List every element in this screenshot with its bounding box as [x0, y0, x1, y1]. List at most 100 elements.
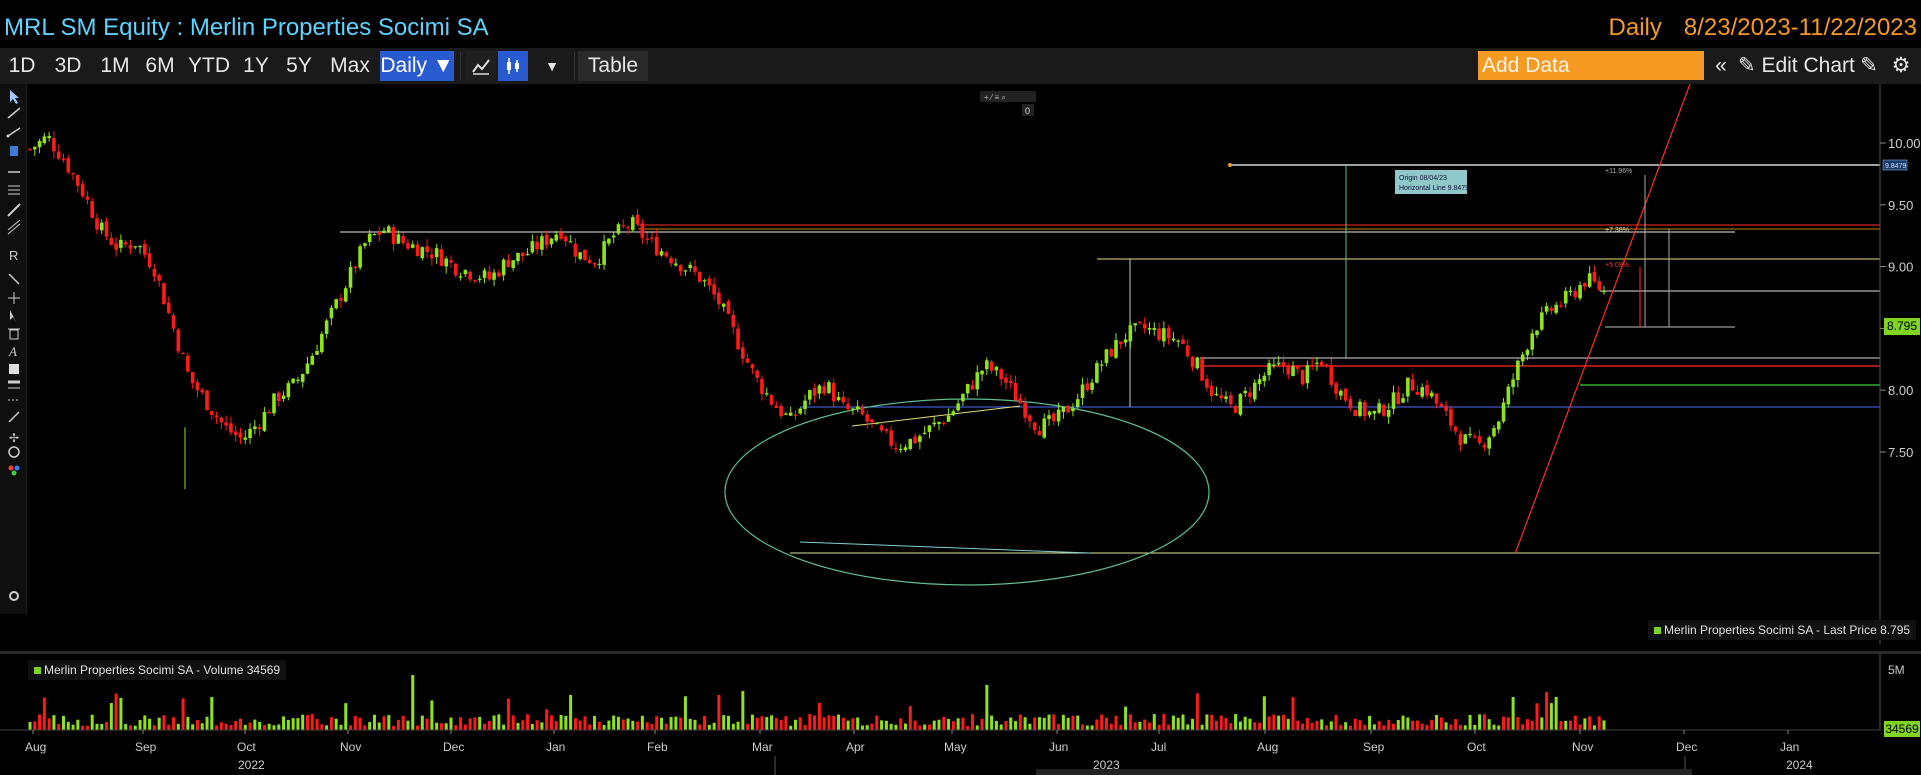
volume-bar: [1234, 714, 1238, 730]
volume-bar: [459, 717, 463, 730]
candle-body: [1386, 410, 1391, 417]
candle-body: [607, 238, 611, 244]
candle-body: [836, 397, 841, 401]
volume-bar: [124, 724, 128, 730]
period-5y-button[interactable]: 5Y: [281, 51, 317, 81]
candle-body: [276, 392, 281, 402]
candle-body: [664, 252, 669, 257]
volume-bar: [1071, 715, 1075, 730]
volume-legend[interactable]: Merlin Properties Socimi SA - Volume 345…: [28, 660, 287, 680]
candle-body: [1200, 359, 1204, 381]
candle-body: [1439, 403, 1444, 407]
period-max-button[interactable]: Max: [326, 51, 374, 81]
candle-body: [300, 373, 305, 383]
annotate-icon[interactable]: ✎: [1858, 51, 1880, 80]
gear-icon[interactable]: ⚙: [1888, 51, 1914, 80]
candle-body: [951, 411, 956, 416]
candle-body: [841, 397, 846, 403]
period-1m-button[interactable]: 1M: [95, 51, 135, 81]
volume-bar: [1014, 721, 1018, 730]
candle-body: [238, 432, 243, 438]
volume-bar: [291, 718, 295, 730]
volume-bar: [530, 723, 534, 730]
candle-body: [1425, 384, 1429, 396]
volume-bar: [1368, 715, 1372, 730]
period-6m-button[interactable]: 6M: [140, 51, 180, 81]
volume-bar: [272, 725, 276, 730]
candle-body: [1095, 363, 1099, 383]
svg-text:+ ⁄ ≡ ⌕: + ⁄ ≡ ⌕: [984, 93, 1006, 102]
candle-body: [793, 414, 798, 416]
volume-bar: [439, 723, 443, 730]
candle-body: [1324, 364, 1329, 366]
period-3d-button[interactable]: 3D: [48, 51, 88, 81]
candle-body: [99, 222, 104, 231]
period-1y-button[interactable]: 1Y: [238, 51, 274, 81]
volume-bar: [1224, 718, 1228, 730]
y-tick-label: 8.00: [1888, 383, 1913, 398]
candle-body: [497, 272, 501, 277]
volume-bar: [42, 697, 46, 730]
candle-body: [755, 370, 759, 378]
candle-body: [47, 135, 51, 139]
candle-body: [1429, 392, 1434, 397]
candle-body: [688, 264, 693, 269]
candle-body: [870, 419, 874, 423]
volume-bar: [559, 714, 563, 730]
table-view-button[interactable]: Table: [578, 51, 648, 81]
candle-body: [56, 151, 61, 159]
line-chart-icon[interactable]: [466, 51, 496, 81]
candle-body: [597, 263, 602, 266]
volume-bar: [253, 719, 257, 730]
add-data-input[interactable]: Add Data: [1478, 51, 1704, 80]
candle-body: [253, 426, 257, 430]
frequency-dropdown[interactable]: Daily ▼: [380, 51, 454, 81]
candle-body: [219, 417, 224, 423]
candle-body: [1052, 413, 1056, 422]
volume-bar: [865, 725, 869, 730]
line-anchor-point: [1228, 163, 1232, 167]
time-scrollbar[interactable]: [1036, 769, 1692, 775]
candle-body: [903, 447, 908, 451]
candle-body: [894, 447, 898, 450]
collapse-chevrons-icon[interactable]: «: [1710, 51, 1732, 80]
volume-bar: [660, 717, 664, 730]
annotation-hline-text: Horizontal Line 9.8479: [1399, 185, 1469, 192]
date-range-display[interactable]: Daily 8/23/2023-11/22/2023: [1609, 14, 1917, 42]
drawing-mini-toolbar[interactable]: + ⁄ ≡ ⌕ 0: [980, 91, 1036, 116]
legend-color-swatch: [34, 667, 41, 674]
candle-body: [865, 414, 870, 422]
period-1d-button[interactable]: 1D: [4, 51, 40, 81]
volume-bar: [908, 706, 912, 730]
edit-chart-button[interactable]: ✎ Edit Chart: [1738, 51, 1855, 80]
price-legend[interactable]: Merlin Properties Socimi SA - Last Price…: [1648, 620, 1917, 640]
volume-bar: [1497, 725, 1501, 730]
volume-bar: [784, 716, 788, 730]
x-year-label: 2022: [238, 758, 265, 772]
panel-divider[interactable]: [0, 651, 1921, 654]
price-chart[interactable]: 5M 10.009.509.008.508.007.50 AugSepOctNo…: [0, 84, 1921, 775]
x-month-label: Mar: [752, 740, 773, 754]
volume-bar: [157, 717, 161, 730]
pct-label-2: +7.38%: [1605, 227, 1629, 234]
candle-body: [516, 252, 520, 262]
volume-bar: [478, 716, 482, 730]
volume-bar: [243, 724, 247, 730]
volume-bar: [1363, 724, 1367, 730]
candle-body: [1444, 405, 1448, 411]
volume-bar: [808, 714, 812, 730]
last-price-badge: 8.795: [1884, 318, 1920, 335]
volume-bar: [1171, 715, 1175, 730]
period-ytd-button[interactable]: YTD: [187, 51, 231, 81]
candle-body: [1171, 338, 1176, 341]
volume-bar: [1291, 697, 1295, 730]
volume-bar: [1133, 722, 1137, 730]
candle-body: [1367, 411, 1372, 416]
candle-body: [233, 431, 238, 436]
candle-body: [200, 389, 205, 393]
candle-body: [449, 260, 453, 263]
candle-body: [1066, 405, 1070, 413]
chart-type-dropdown-arrow[interactable]: ▼: [534, 51, 570, 81]
candlestick-chart-icon[interactable]: [498, 51, 528, 81]
volume-bar: [1124, 706, 1128, 730]
